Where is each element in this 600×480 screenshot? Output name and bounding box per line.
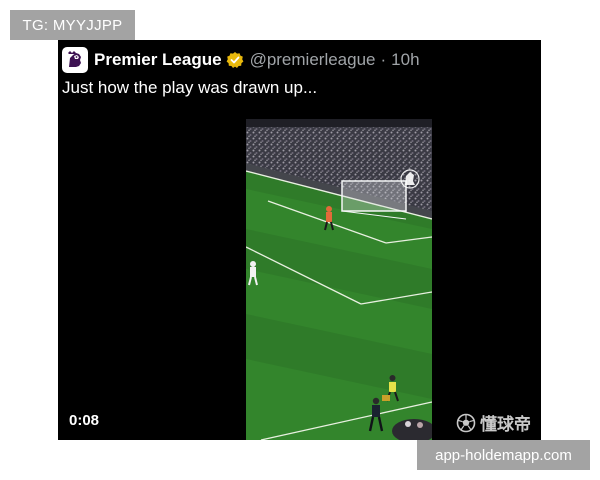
dongqiudi-watermark: 懂球帝 (456, 410, 531, 435)
post-header: Premier League @premierleague · 10h (62, 46, 420, 74)
post-author-handle[interactable]: @premierleague (250, 50, 376, 70)
video-frame (246, 119, 432, 440)
video-player[interactable] (246, 119, 432, 440)
football-icon (456, 413, 476, 432)
video-duration: 0:08 (69, 412, 100, 429)
post-timestamp[interactable]: 10h (391, 50, 419, 70)
watermark-text: 懂球帝 (480, 415, 531, 434)
post-author-name[interactable]: Premier League (94, 50, 222, 70)
tg-channel-badge: TG: MYYJJPP (10, 10, 135, 40)
premier-league-avatar[interactable] (62, 47, 88, 73)
post-text: Just how the play was drawn up... (62, 78, 318, 97)
premier-league-lion-icon (68, 51, 81, 67)
tg-channel-label: TG: MYYJJPP (22, 16, 123, 34)
header-separator: · (380, 50, 387, 69)
verified-badge-icon (226, 52, 243, 68)
social-post-card: Premier League @premierleague · 10h Just… (58, 40, 541, 440)
app-url-label: app-holdemapp.com (435, 446, 572, 464)
app-url-badge: app-holdemapp.com (417, 440, 590, 470)
